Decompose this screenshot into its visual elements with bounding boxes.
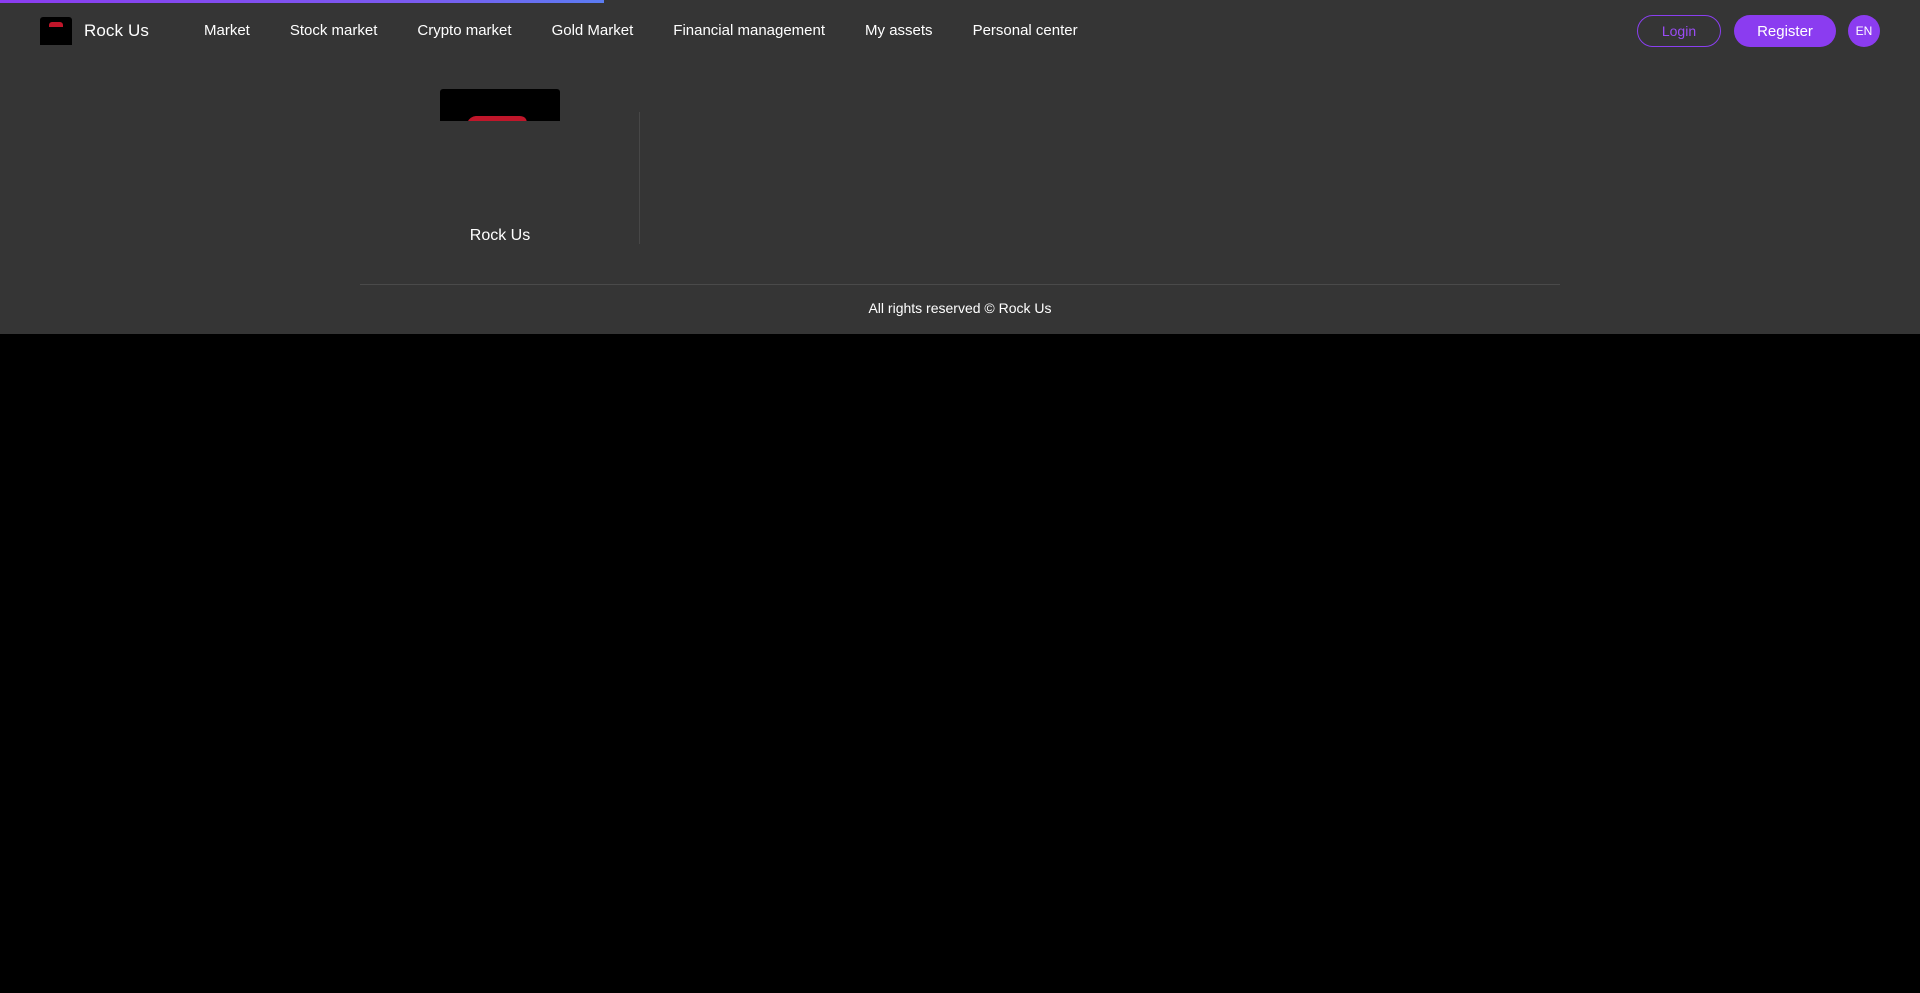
footer-logo-mark	[466, 116, 530, 121]
nav-item-financial-management[interactable]: Financial management	[673, 22, 825, 39]
brand-link[interactable]: Rock Us	[40, 16, 149, 46]
content-area: Rock Us Market Stock market Crypto marke…	[0, 0, 1920, 334]
nav-item-my-assets[interactable]: My assets	[865, 22, 933, 39]
nav-item-gold-market[interactable]: Gold Market	[552, 22, 634, 39]
login-button[interactable]: Login	[1637, 15, 1721, 47]
footer-logo-icon	[440, 89, 560, 121]
copyright-text: All rights reserved © Rock Us	[868, 300, 1052, 316]
brand-logo-icon	[40, 17, 72, 45]
register-button[interactable]: Register	[1734, 15, 1836, 47]
language-switcher[interactable]: EN	[1848, 15, 1880, 47]
logo-mark	[49, 22, 63, 27]
footer-divider	[360, 284, 1560, 285]
nav-item-crypto-market[interactable]: Crypto market	[417, 22, 511, 39]
nav-item-market[interactable]: Market	[204, 22, 250, 39]
footer-brand	[440, 89, 560, 121]
nav-item-personal-center[interactable]: Personal center	[973, 22, 1078, 39]
main-nav: Market Stock market Crypto market Gold M…	[204, 22, 1118, 39]
nav-item-stock-market[interactable]: Stock market	[290, 22, 378, 39]
top-navbar: Rock Us Market Stock market Crypto marke…	[0, 0, 1920, 62]
page: Rock Us Market Stock market Crypto marke…	[0, 0, 1920, 993]
footer-brand-name: Rock Us	[469, 227, 531, 244]
brand-name: Rock Us	[84, 21, 149, 40]
header-actions: Login Register EN	[1637, 15, 1880, 47]
vertical-divider	[639, 112, 640, 244]
